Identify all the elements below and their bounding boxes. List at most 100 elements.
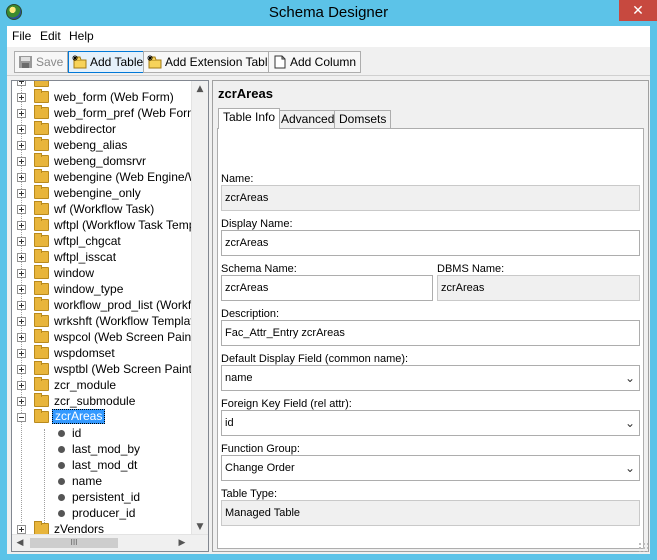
tree-item[interactable]: wspcol (Web Screen Painter C — [12, 329, 208, 345]
expand-icon[interactable] — [17, 365, 26, 374]
tree-item[interactable]: wf (Workflow Task) — [12, 201, 192, 217]
expand-icon[interactable] — [17, 381, 26, 390]
title-bar[interactable]: Schema Designer ✕ — [0, 0, 657, 25]
chevron-down-icon[interactable]: ⌄ — [625, 456, 635, 480]
expand-icon[interactable] — [17, 397, 26, 406]
save-button[interactable]: Save — [14, 51, 69, 73]
tree-item[interactable]: wrkshft (Workflow Template V — [12, 313, 208, 329]
expand-icon[interactable] — [17, 109, 26, 118]
toolbar: Save Add Table Add Extension Table Add C… — [7, 48, 650, 76]
expand-icon[interactable] — [17, 317, 26, 326]
description-label: Description: — [221, 308, 280, 320]
tree-item[interactable]: webeng_domsrvr — [12, 153, 192, 169]
tree-item[interactable]: window_type — [12, 281, 192, 297]
expand-icon[interactable] — [17, 173, 26, 182]
chevron-down-icon[interactable]: ⌄ — [625, 366, 635, 390]
scroll-left-icon[interactable]: ◀ — [12, 535, 28, 551]
add-column-button[interactable]: Add Column — [268, 51, 362, 73]
column-icon — [58, 478, 65, 485]
tree-item[interactable]: wsptbl (Web Screen Painter T — [12, 361, 208, 377]
scroll-thumb[interactable]: III — [30, 538, 118, 548]
close-button[interactable]: ✕ — [619, 0, 657, 21]
table-info-body: Name: zcrAreas Display Name: zcrAreas Sc… — [217, 128, 644, 549]
column-item[interactable]: last_mod_dt — [12, 457, 192, 473]
expand-icon[interactable] — [17, 525, 26, 534]
table-type-field: Managed Table — [221, 500, 640, 526]
tree-item[interactable]: wftpl (Workflow Task Templat — [12, 217, 208, 233]
expand-icon[interactable] — [17, 237, 26, 246]
table-tree[interactable]: web_form (Web Form) web_form_pref (Web Fo… — [11, 80, 209, 552]
scroll-right-icon[interactable]: ▶ — [174, 535, 190, 551]
column-item[interactable]: producer_id — [12, 505, 192, 521]
expand-icon[interactable] — [17, 157, 26, 166]
column-item[interactable]: name — [12, 473, 192, 489]
tab-table-info[interactable]: Table Info — [218, 108, 281, 129]
tree-vertical-scrollbar[interactable]: ▲ ▼ — [191, 81, 208, 535]
scroll-up-icon[interactable]: ▲ — [192, 81, 208, 97]
column-label: persistent_id — [72, 490, 141, 504]
tree-item[interactable]: wftpl_isscat — [12, 249, 192, 265]
tree-item[interactable]: webeng_alias — [12, 137, 192, 153]
expand-icon[interactable] — [17, 285, 26, 294]
column-item[interactable]: last_mod_by — [12, 441, 192, 457]
tree-item-selected[interactable]: zcrAreas — [12, 409, 192, 425]
add-extension-table-button[interactable]: Add Extension Table — [143, 51, 280, 73]
tab-advanced[interactable]: Advanced — [276, 110, 340, 128]
collapse-icon[interactable] — [17, 413, 26, 422]
tree-item[interactable]: webengine (Web Engine/Web — [12, 169, 208, 185]
tree-item[interactable]: zcr_submodule — [12, 393, 192, 409]
function-group-select[interactable]: Change Order ⌄ — [221, 455, 640, 481]
menu-help[interactable]: Help — [69, 29, 94, 43]
tree-item[interactable]: web_form_pref (Web Form Pr — [12, 105, 208, 121]
folder-icon — [34, 217, 49, 231]
tree-item-partial[interactable] — [12, 81, 192, 89]
expand-icon[interactable] — [17, 141, 26, 150]
tree-item-label: wf (Workflow Task) — [54, 202, 155, 216]
expand-icon[interactable] — [17, 125, 26, 134]
tree-item[interactable]: zcr_module — [12, 377, 192, 393]
foreign-key-field-select[interactable]: id ⌄ — [221, 410, 640, 436]
add-extension-table-icon — [147, 55, 162, 69]
default-display-field-select[interactable]: name ⌄ — [221, 365, 640, 391]
tree-item[interactable]: web_form (Web Form) — [12, 89, 192, 105]
tree-item[interactable]: window — [12, 265, 192, 281]
default-display-field-label: Default Display Field (common name): — [221, 353, 409, 365]
add-table-label: Add Table — [90, 55, 144, 69]
add-extension-table-label: Add Extension Table — [165, 55, 275, 69]
expand-icon[interactable] — [17, 93, 26, 102]
expand-icon[interactable] — [17, 301, 26, 310]
expand-icon[interactable] — [17, 221, 26, 230]
expand-icon[interactable] — [17, 205, 26, 214]
expand-icon[interactable] — [17, 269, 26, 278]
tree-item[interactable]: workflow_prod_list (Workflow — [12, 297, 208, 313]
column-label: name — [72, 474, 103, 488]
column-item[interactable]: persistent_id — [12, 489, 192, 505]
menu-edit[interactable]: Edit — [40, 29, 61, 43]
resize-grip-icon[interactable] — [638, 542, 648, 552]
expand-icon[interactable] — [17, 81, 26, 86]
tree-item[interactable]: wftpl_chgcat — [12, 233, 192, 249]
folder-icon — [34, 105, 49, 119]
schema-name-field[interactable]: zcrAreas — [221, 275, 433, 301]
tree-item-label: window — [54, 266, 95, 280]
tree-item[interactable]: wspdomset — [12, 345, 192, 361]
tree-item-label: web_form (Web Form) — [54, 90, 174, 104]
scroll-down-icon[interactable]: ▼ — [192, 519, 208, 535]
description-field[interactable]: Fac_Attr_Entry zcrAreas — [221, 320, 640, 346]
add-table-button[interactable]: Add Table — [68, 51, 149, 73]
column-item[interactable]: id — [12, 425, 192, 441]
tree-item[interactable]: webdirector — [12, 121, 192, 137]
chevron-down-icon[interactable]: ⌄ — [625, 411, 635, 435]
display-name-field[interactable]: zcrAreas — [221, 230, 640, 256]
tree-item[interactable]: webengine_only — [12, 185, 192, 201]
tree-horizontal-scrollbar[interactable]: ◀ III ▶ — [12, 534, 208, 551]
expand-icon[interactable] — [17, 349, 26, 358]
default-display-field-value: name — [225, 372, 253, 384]
save-label: Save — [36, 55, 64, 69]
expand-icon[interactable] — [17, 333, 26, 342]
tree-item-label: zcrAreas — [52, 409, 106, 424]
tab-domsets[interactable]: Domsets — [334, 110, 392, 128]
expand-icon[interactable] — [17, 189, 26, 198]
expand-icon[interactable] — [17, 253, 26, 262]
menu-file[interactable]: File — [12, 29, 31, 43]
